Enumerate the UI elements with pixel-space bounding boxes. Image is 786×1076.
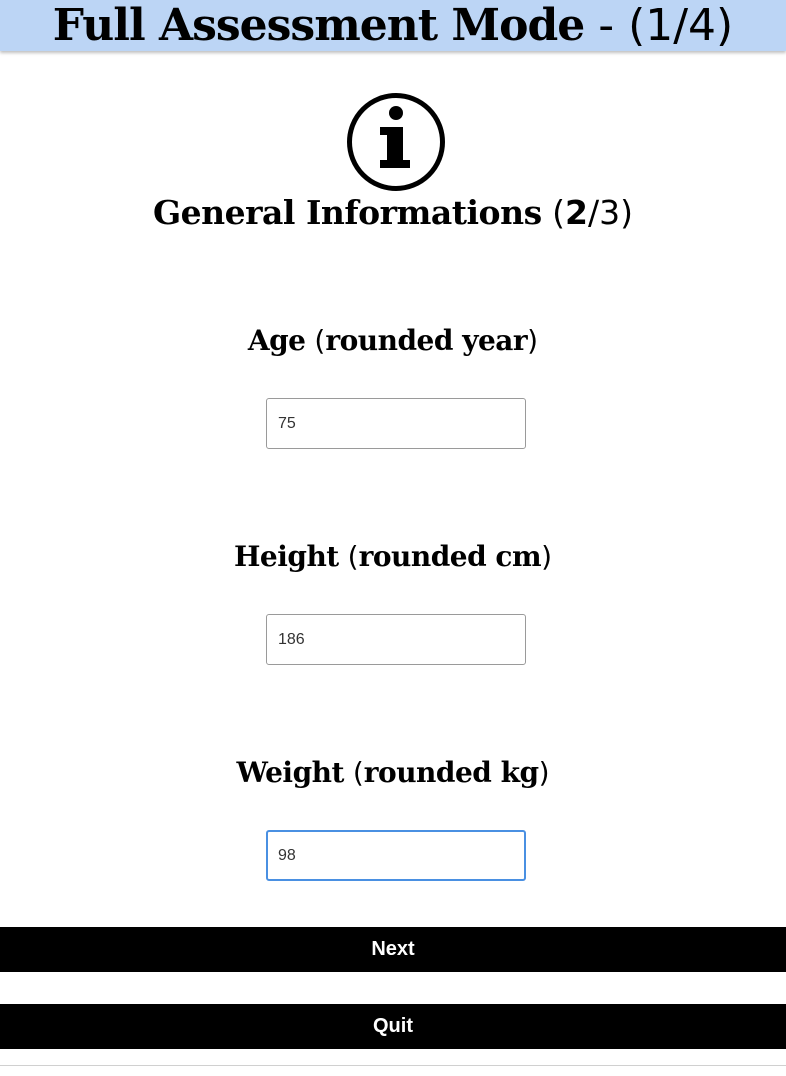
weight-label-paren-close: ) [538,756,550,789]
age-label: Age (rounded year) [0,321,786,361]
section-title-text: General Informations [153,193,542,232]
header-text: Full Assessment Mode - (1/4) [53,0,733,51]
age-label-paren-open: ( [305,324,326,357]
next-button[interactable]: Next [0,927,786,972]
header-count-rest: /4) [673,0,734,51]
section-count-current: 2 [565,193,588,232]
weight-label-unit: rounded kg [363,756,539,789]
height-label-unit: rounded cm [358,540,542,573]
age-label-unit: rounded year [325,324,528,357]
weight-label-paren-open: ( [343,756,364,789]
quit-button[interactable]: Quit [0,1004,786,1049]
height-label-text: Height [233,540,339,573]
header-bar: Full Assessment Mode - (1/4) [0,0,786,51]
header-count-current: 1 [645,0,674,51]
height-label-paren-close: ) [541,540,553,573]
section-count-rest: /3) [588,193,633,232]
age-input[interactable] [266,398,526,449]
section-count-open: ( [541,193,566,232]
weight-input[interactable] [266,830,526,881]
header-separator: - [584,0,629,51]
height-label-paren-open: ( [338,540,359,573]
height-input[interactable] [266,614,526,665]
header-count-open: ( [628,0,646,51]
weight-label-text: Weight [236,756,344,789]
age-label-text: Age [247,324,306,357]
bottom-divider [0,1065,786,1066]
height-label: Height (rounded cm) [0,537,786,577]
page-title: Full Assessment Mode [52,0,585,51]
weight-label: Weight (rounded kg) [0,753,786,793]
section-title: General Informations (2/3) [0,190,786,236]
age-label-paren-close: ) [527,324,539,357]
info-icon [347,93,445,191]
